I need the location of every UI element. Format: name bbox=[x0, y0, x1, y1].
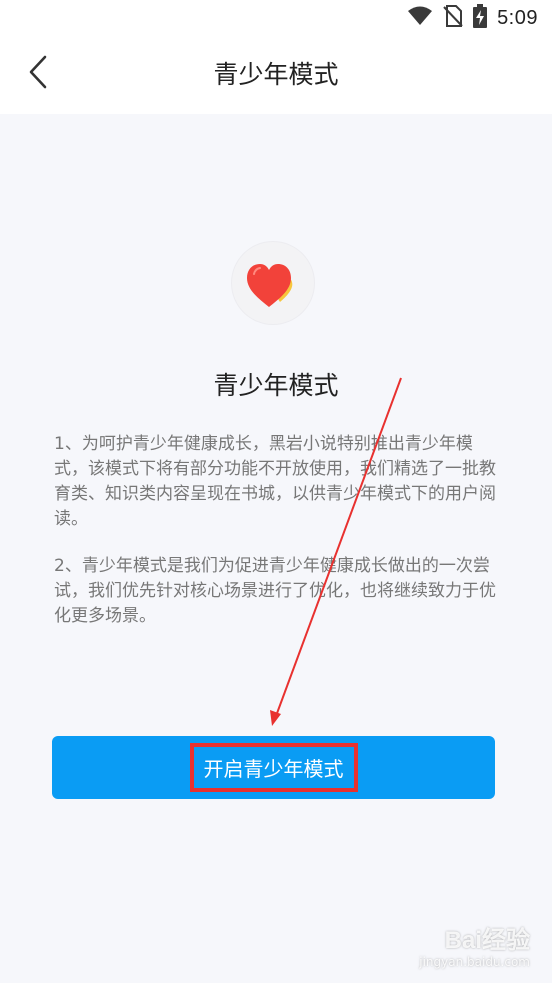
description-paragraph-2: 2、青少年模式是我们为促进青少年健康成长做出的一次尝试，我们优先针对核心场景进行… bbox=[54, 556, 496, 626]
no-sim-icon bbox=[443, 5, 463, 31]
description-paragraph-1: 1、为呵护青少年健康成长，黑岩小说特别推出青少年模式，该模式下将有部分功能不开放… bbox=[54, 434, 496, 529]
wifi-icon bbox=[407, 6, 433, 30]
page-title: 青少年模式 bbox=[213, 60, 339, 89]
watermark-url: jingyan.baidu.com bbox=[419, 955, 530, 969]
heart-icon bbox=[232, 264, 314, 328]
heart-badge bbox=[232, 242, 314, 324]
enable-teen-mode-button[interactable]: 开启青少年模式 bbox=[52, 736, 495, 799]
title-bar: 青少年模式 bbox=[0, 36, 552, 114]
mode-heading: 青少年模式 bbox=[213, 371, 339, 400]
enable-teen-mode-label: 开启青少年模式 bbox=[189, 743, 358, 792]
status-time: 5:09 bbox=[497, 6, 538, 29]
main-content: 青少年模式 1、为呵护青少年健康成长，黑岩小说特别推出青少年模式，该模式下将有部… bbox=[0, 114, 552, 983]
watermark: Bai经验 jingyan.baidu.com bbox=[419, 920, 530, 969]
battery-charging-icon bbox=[473, 4, 488, 32]
status-bar: 5:09 bbox=[0, 0, 552, 36]
status-icons: 5:09 bbox=[407, 4, 538, 32]
watermark-logo: Bai经验 bbox=[444, 927, 530, 954]
